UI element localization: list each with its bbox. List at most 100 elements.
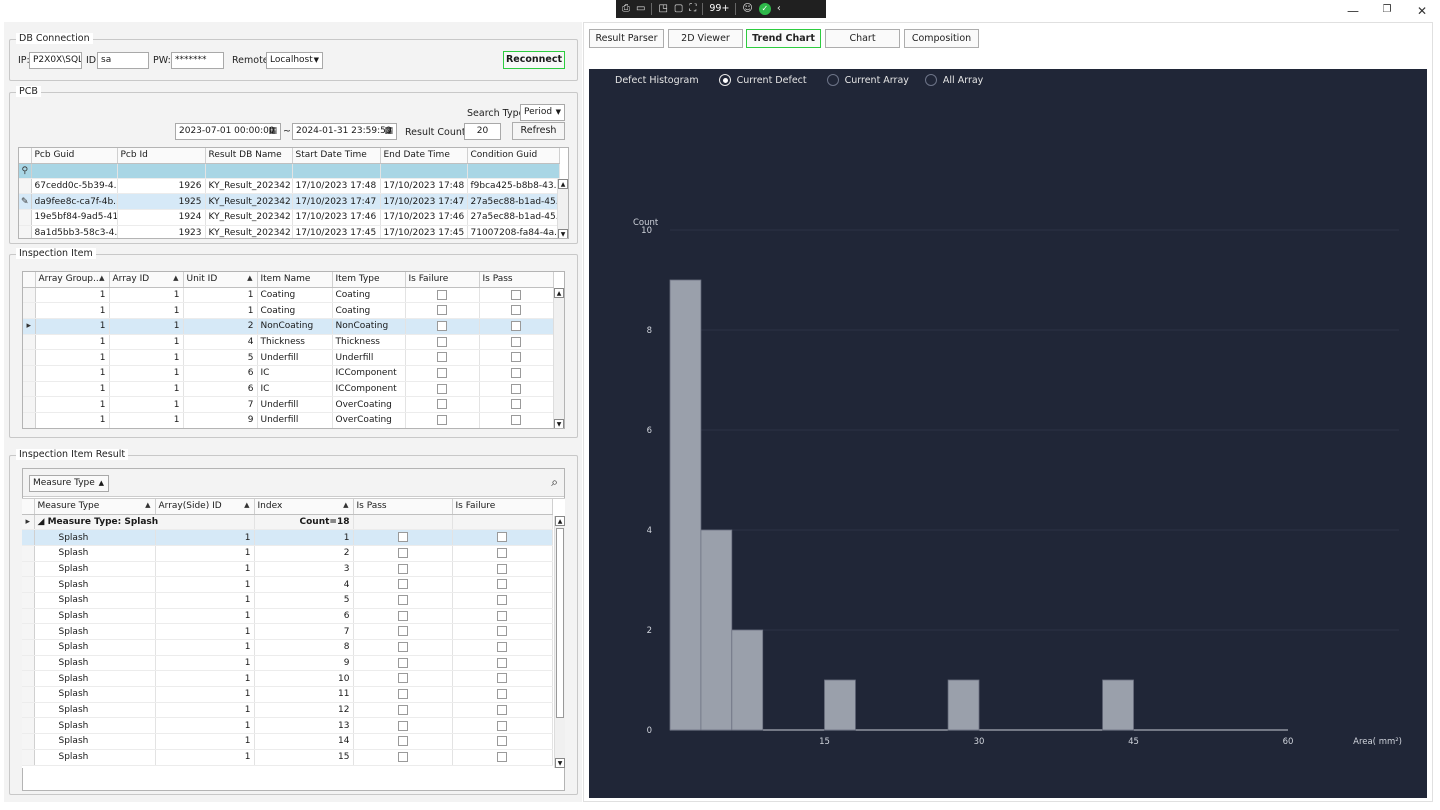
table-row[interactable]: Splash 1 15 xyxy=(22,749,553,766)
is-failure-checkbox[interactable] xyxy=(497,704,507,715)
id-field[interactable]: sa xyxy=(97,52,149,69)
col-is-failure[interactable]: Is Failure xyxy=(452,499,553,515)
col-end-date-time[interactable]: End Date Time xyxy=(380,148,468,164)
is-pass-checkbox[interactable] xyxy=(397,579,408,590)
is-failure-checkbox[interactable] xyxy=(497,563,507,574)
is-failure-checkbox[interactable] xyxy=(437,368,447,379)
end-date-field[interactable]: 2024-01-31 23:59:59 ▦ xyxy=(292,123,397,140)
col-array-side-id[interactable]: Array(Side) ID xyxy=(155,499,255,515)
ip-field[interactable]: P2X0X\SQL xyxy=(29,52,82,69)
scroll-up-icon[interactable]: ▲ xyxy=(554,288,564,298)
is-pass-checkbox[interactable] xyxy=(511,383,521,394)
accessibility-icon[interactable]: ☺ xyxy=(742,0,752,18)
result-count-field[interactable]: 20 xyxy=(464,123,501,140)
scroll-thumb[interactable] xyxy=(556,528,564,718)
pcb-grid-scrollbar[interactable]: ▲ ▼ xyxy=(557,179,568,238)
scroll-down-icon[interactable]: ▼ xyxy=(558,229,568,238)
is-pass-checkbox[interactable] xyxy=(511,320,521,331)
reconnect-button[interactable]: Reconnect xyxy=(503,51,565,69)
is-failure-checkbox[interactable] xyxy=(437,320,447,331)
region-icon[interactable]: ⛶ xyxy=(689,0,696,18)
table-row[interactable]: Splash 1 11 xyxy=(22,686,553,703)
group-chip-measure-type[interactable]: Measure Type ▲ xyxy=(29,475,109,492)
is-pass-checkbox[interactable] xyxy=(511,368,521,379)
is-failure-checkbox[interactable] xyxy=(437,415,447,426)
is-failure-checkbox[interactable] xyxy=(497,720,507,731)
tab-trend-chart[interactable]: Trend Chart xyxy=(746,29,821,48)
is-pass-checkbox[interactable] xyxy=(511,399,521,410)
is-pass-checkbox[interactable] xyxy=(511,336,521,347)
col-pcb-id[interactable]: Pcb Id xyxy=(117,148,206,164)
table-row[interactable]: ✎ da9fee8c-ca7f-4b... 1925 KY_Result_20234… xyxy=(19,193,560,210)
is-failure-checkbox[interactable] xyxy=(437,305,447,316)
col-array-id[interactable]: Array ID xyxy=(109,272,184,288)
is-failure-checkbox[interactable] xyxy=(497,610,507,621)
radio-current-defect-label[interactable]: Current Defect xyxy=(737,75,807,86)
is-pass-checkbox[interactable] xyxy=(397,547,408,558)
col-start-date-time[interactable]: Start Date Time xyxy=(292,148,381,164)
expand-icon[interactable]: ▸ xyxy=(22,514,35,531)
tab-composition[interactable]: Composition xyxy=(904,29,979,48)
radio-all-array-label[interactable]: All Array xyxy=(943,75,983,86)
is-failure-checkbox[interactable] xyxy=(497,673,507,684)
scroll-up-icon[interactable]: ▲ xyxy=(558,179,568,189)
table-row[interactable]: Splash 1 9 xyxy=(22,655,553,672)
table-row[interactable]: 1 1 9 Underfill OverCoating xyxy=(23,412,554,428)
is-pass-checkbox[interactable] xyxy=(397,751,408,762)
restore-button[interactable]: ❐ xyxy=(1370,4,1404,15)
is-failure-checkbox[interactable] xyxy=(497,751,507,762)
table-row[interactable]: Splash 1 6 xyxy=(22,608,553,625)
radio-current-array[interactable] xyxy=(826,74,839,86)
table-row[interactable]: ▸ 1 1 2 NonCoating NonCoating xyxy=(23,318,554,335)
table-row[interactable]: Splash 1 13 xyxy=(22,717,553,735)
scroll-up-icon[interactable]: ▲ xyxy=(555,516,565,526)
col-condition-guid[interactable]: Condition Guid xyxy=(467,148,560,164)
is-failure-checkbox[interactable] xyxy=(437,399,447,410)
is-failure-checkbox[interactable] xyxy=(437,352,447,363)
col-index[interactable]: Index xyxy=(254,499,354,515)
group-row[interactable]: ▸ ◢ Measure Type: Splash Count=18 xyxy=(22,514,553,531)
is-failure-checkbox[interactable] xyxy=(497,579,507,590)
is-failure-checkbox[interactable] xyxy=(497,547,507,558)
collapse-icon[interactable]: ‹ xyxy=(777,0,781,18)
capture-icon[interactable]: ⎙ xyxy=(622,0,630,18)
is-pass-checkbox[interactable] xyxy=(397,673,408,684)
table-row[interactable]: 1 1 6 IC ICComponent xyxy=(23,365,554,382)
table-row[interactable]: Splash 1 10 xyxy=(22,670,553,688)
col-item-name[interactable]: Item Name xyxy=(257,272,333,288)
inspection-grid-scrollbar[interactable]: ▲ ▼ xyxy=(553,288,564,428)
col-is-pass[interactable]: Is Pass xyxy=(353,499,453,515)
table-row[interactable]: Splash 1 2 xyxy=(22,545,553,562)
table-row[interactable]: 1 1 1 Coating Coating xyxy=(23,287,554,304)
table-row[interactable]: Splash 1 14 xyxy=(22,733,553,750)
table-row[interactable]: 1 1 4 Thickness Thickness xyxy=(23,334,554,351)
is-failure-checkbox[interactable] xyxy=(437,336,447,347)
table-row[interactable]: Splash 1 8 xyxy=(22,639,553,656)
is-failure-checkbox[interactable] xyxy=(497,657,507,668)
col-unit-id[interactable]: Unit ID xyxy=(183,272,258,288)
is-failure-checkbox[interactable] xyxy=(497,595,507,606)
is-pass-checkbox[interactable] xyxy=(397,736,408,747)
is-pass-checkbox[interactable] xyxy=(397,595,408,606)
remote-select[interactable]: Localhost ▼ xyxy=(266,52,323,69)
is-pass-checkbox[interactable] xyxy=(511,289,521,300)
table-row[interactable]: Splash 1 1 xyxy=(22,529,553,546)
radio-all-array[interactable] xyxy=(924,74,937,86)
table-row[interactable]: 8a1d5bb3-58c3-4... 1923 KY_Result_202342 17… xyxy=(19,225,560,238)
tab-chart[interactable]: Chart xyxy=(825,29,900,48)
col-item-type[interactable]: Item Type xyxy=(332,272,406,288)
minimize-button[interactable]: — xyxy=(1336,4,1370,18)
filter-row[interactable]: ⚲ xyxy=(19,163,560,179)
search-icon[interactable]: ⌕ xyxy=(551,475,558,490)
tab-result-parser[interactable]: Result Parser xyxy=(589,29,664,48)
radio-current-defect[interactable] xyxy=(718,74,731,86)
scroll-down-icon[interactable]: ▼ xyxy=(555,758,565,768)
col-array-group[interactable]: Array Group... xyxy=(35,272,110,288)
calendar-icon[interactable]: ▦ xyxy=(268,124,277,139)
table-row[interactable]: 1 1 7 Underfill OverCoating xyxy=(23,396,554,413)
pw-field[interactable]: ******* xyxy=(171,52,224,69)
table-row[interactable]: 67cedd0c-5b39-4... 1926 KY_Result_202342 17… xyxy=(19,178,560,195)
refresh-button[interactable]: Refresh xyxy=(512,122,565,140)
present-icon[interactable]: ◳ xyxy=(658,0,667,18)
table-row[interactable]: 1 1 5 Underfill Underfill xyxy=(23,349,554,366)
